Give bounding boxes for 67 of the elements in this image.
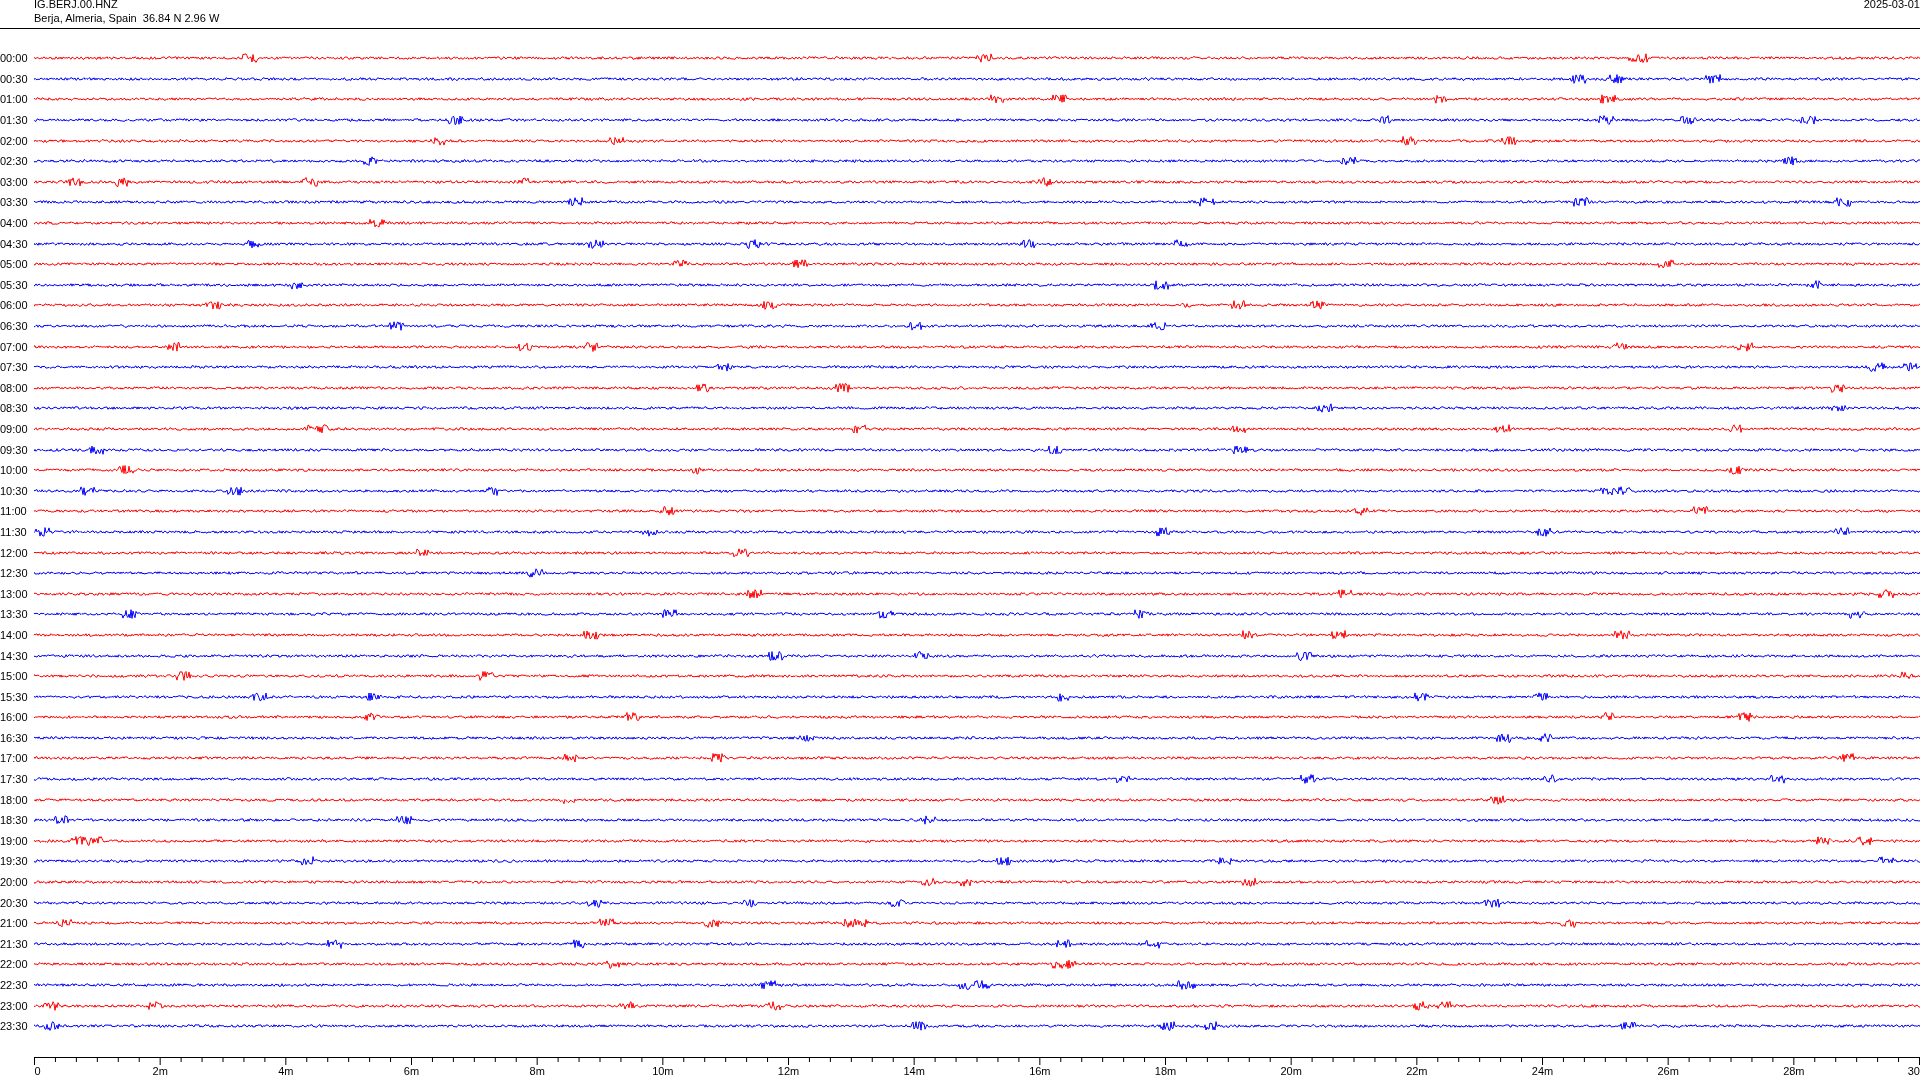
axis-tick-label: 16m [1029,1064,1051,1077]
axis-tick-label: 28m [1783,1064,1805,1077]
trace-time-label: 16:00 [0,711,29,724]
trace-time-label: 18:00 [0,793,29,806]
trace-time-label: 13:00 [0,587,29,600]
trace-time-label: 14:00 [0,628,29,641]
trace-time-label: 01:00 [0,93,29,106]
axis-tick-label: 0 [34,1064,41,1077]
trace-time-label: 15:00 [0,670,29,683]
trace-time-label: 14:30 [0,649,29,662]
trace-time-label: 13:30 [0,608,29,621]
trace-time-label: 07:30 [0,361,29,374]
axis-tick-label: 4m [278,1064,294,1077]
trace-time-label: 06:00 [0,299,29,312]
trace-time-label: 05:30 [0,278,29,291]
trace-time-label: 06:30 [0,320,29,332]
station-code: IG.BERJ.00.HNZ [34,0,119,11]
axis-tick-label: 22m [1406,1064,1428,1077]
trace-time-label: 00:30 [0,72,29,85]
trace-time-label: 12:00 [0,546,29,559]
trace-time-label: 00:00 [0,52,29,65]
trace-time-label: 21:30 [0,937,29,950]
trace-time-label: 04:30 [0,237,29,250]
trace-time-label: 21:00 [0,917,29,930]
axis-tick-label: 24m [1531,1064,1554,1077]
trace-time-label: 11:00 [0,505,28,518]
trace-time-label: 20:00 [0,876,29,889]
trace-time-label: 18:30 [0,814,29,827]
trace-time-label: 19:30 [0,855,29,868]
axis-tick-label: 12m [777,1064,800,1077]
trace-time-label: 03:00 [0,175,29,188]
trace-time-label: 08:30 [0,402,29,415]
trace-time-label: 04:00 [0,217,29,230]
trace-time-label: 10:30 [0,484,29,497]
trace-time-label: 07:00 [0,340,29,353]
trace-time-label: 11:30 [0,525,28,538]
trace-time-label: 03:30 [0,196,29,209]
trace-time-label: 22:00 [0,958,29,971]
trace-time-label: 02:30 [0,155,29,168]
axis-tick-label: 18m [1154,1064,1177,1077]
plot-date: 2025-03-01 [1863,0,1920,11]
trace-time-label: 19:00 [0,834,29,847]
axis-tick-label: 20m [1280,1064,1302,1077]
trace-time-label: 20:30 [0,896,29,909]
trace-time-label: 17:00 [0,752,29,765]
trace-time-label: 16:30 [0,731,29,744]
trace-time-label: 10:00 [0,464,29,477]
trace-time-label: 08:00 [0,381,29,394]
trace-time-label: 15:30 [0,690,29,703]
trace-time-label: 22:30 [0,979,29,991]
trace-time-label: 05:00 [0,258,29,271]
trace-time-label: 01:30 [0,114,29,127]
axis-tick-label: 14m [903,1064,925,1077]
axis-tick-label: 30 [1907,1064,1920,1077]
trace-time-label: 09:30 [0,443,29,456]
trace-time-label: 23:30 [0,1020,29,1033]
axis-tick-label: 8m [529,1064,545,1077]
trace-time-label: 09:00 [0,423,29,435]
station-location: Berja, Almeria, Spain 36.84 N 2.96 W [34,12,220,25]
axis-tick-label: 26m [1657,1064,1679,1077]
axis-tick-label: 6m [403,1064,420,1077]
trace-time-label: 02:00 [0,134,29,147]
trace-time-label: 12:30 [0,567,29,580]
axis-tick-label: 10m [652,1064,674,1077]
axis-tick-label: 2m [152,1064,168,1077]
trace-time-label: 17:30 [0,773,29,786]
trace-time-label: 23:00 [0,999,29,1012]
